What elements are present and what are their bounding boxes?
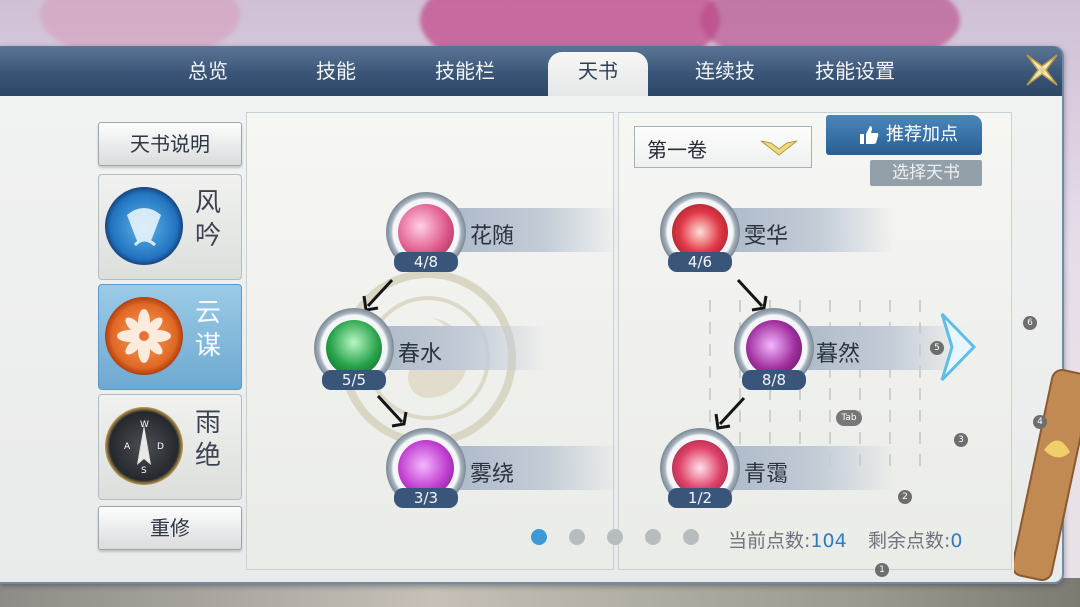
hint-badge: 2 bbox=[898, 490, 912, 504]
fan-emblem-icon bbox=[105, 187, 183, 265]
tianshu-explain-button[interactable]: 天书说明 bbox=[98, 122, 242, 166]
book-name: 云谋 bbox=[194, 298, 221, 361]
tab-skills[interactable]: 技能 bbox=[296, 46, 376, 96]
volume-select[interactable]: 第一卷 bbox=[634, 126, 812, 168]
tab-combo[interactable]: 连续技 bbox=[680, 46, 770, 96]
svg-text:S: S bbox=[141, 466, 147, 476]
current-points-value: 104 bbox=[810, 530, 847, 552]
skill-name: 雯华 bbox=[744, 224, 789, 249]
skill-count: 8/8 bbox=[742, 370, 806, 390]
recommend-points-button[interactable]: 推荐加点 bbox=[826, 115, 982, 155]
current-points: 当前点数:104 bbox=[728, 526, 847, 553]
hint-badge: 1 bbox=[875, 563, 889, 577]
compass-emblem-icon: W A D S bbox=[105, 407, 183, 485]
skill-count: 4/6 bbox=[668, 252, 732, 272]
hint-badge: 6 bbox=[1023, 316, 1037, 330]
volume-label: 第一卷 bbox=[647, 138, 707, 162]
tab-tianshu[interactable]: 天书 bbox=[556, 46, 640, 96]
crystal-skill-icon bbox=[746, 320, 802, 376]
remaining-points-label: 剩余点数: bbox=[868, 530, 951, 552]
current-points-label: 当前点数: bbox=[728, 530, 811, 552]
lotus-emblem-icon bbox=[105, 297, 183, 375]
recommend-points-label: 推荐加点 bbox=[886, 124, 958, 145]
tab-skill-settings[interactable]: 技能设置 bbox=[800, 46, 910, 96]
scroll-decoration bbox=[1014, 368, 1080, 582]
book-card-fengyin[interactable]: 风吟 bbox=[98, 174, 242, 280]
book-card-yujue[interactable]: W A D S 雨绝 bbox=[98, 394, 242, 500]
tab-skill-bar[interactable]: 技能栏 bbox=[420, 46, 510, 96]
close-button[interactable] bbox=[1022, 50, 1062, 90]
page-dot[interactable] bbox=[531, 529, 547, 545]
hint-badge: 5 bbox=[930, 341, 944, 355]
page-dot[interactable] bbox=[569, 529, 585, 545]
svg-text:W: W bbox=[140, 420, 149, 430]
reset-button[interactable]: 重修 bbox=[98, 506, 242, 550]
remaining-points-value: 0 bbox=[950, 530, 963, 552]
tab-overview[interactable]: 总览 bbox=[168, 46, 248, 96]
svg-text:A: A bbox=[124, 442, 131, 452]
page-dot[interactable] bbox=[607, 529, 623, 545]
chevron-down-icon bbox=[760, 140, 798, 156]
book-name: 风吟 bbox=[194, 188, 221, 251]
book-card-yunmou[interactable]: 云谋 bbox=[98, 284, 242, 390]
figure-skill-icon bbox=[326, 320, 382, 376]
book-name: 雨绝 bbox=[194, 408, 221, 471]
page-dot[interactable] bbox=[683, 529, 699, 545]
hint-badge: 3 bbox=[954, 433, 968, 447]
connector-arrow-icon bbox=[376, 394, 408, 428]
select-tianshu-button[interactable]: 选择天书 bbox=[870, 160, 982, 186]
svg-text:D: D bbox=[157, 442, 164, 452]
skill-name: 暮然 bbox=[816, 342, 861, 367]
skill-name: 春水 bbox=[398, 342, 443, 367]
skill-name: 花随 bbox=[470, 224, 515, 249]
skill-name: 青霭 bbox=[744, 462, 789, 487]
thumbs-up-icon bbox=[860, 126, 879, 144]
skill-name: 雾绕 bbox=[470, 462, 515, 487]
close-x-icon bbox=[1026, 54, 1058, 86]
tab-key-hint: Tab bbox=[836, 410, 862, 426]
remaining-points: 剩余点数:0 bbox=[868, 526, 963, 553]
skill-count: 1/2 bbox=[668, 488, 732, 508]
skill-count: 4/8 bbox=[394, 252, 458, 272]
page-dot[interactable] bbox=[645, 529, 661, 545]
hint-badge: 4 bbox=[1033, 415, 1047, 429]
skill-count: 3/3 bbox=[394, 488, 458, 508]
skill-count: 5/5 bbox=[322, 370, 386, 390]
